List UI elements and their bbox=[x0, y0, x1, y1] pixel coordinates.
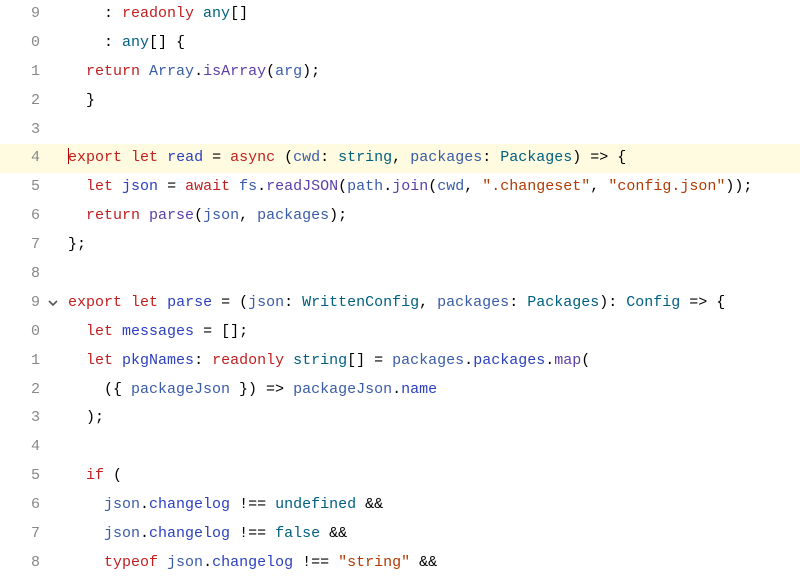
code-line: 5 let json = await fs.readJSON(path.join… bbox=[0, 173, 800, 202]
line-number: 4 bbox=[18, 144, 46, 173]
line-number: 4 bbox=[18, 433, 46, 462]
gutter: 5 bbox=[0, 173, 64, 202]
code-line: 5 if ( bbox=[0, 462, 800, 491]
code-line: 1 return Array.isArray(arg); bbox=[0, 58, 800, 87]
code-content[interactable]: : readonly any[] bbox=[64, 0, 800, 29]
code-line: 9 export let parse = (json: WrittenConfi… bbox=[0, 289, 800, 318]
code-line: 7 json.changelog !== false && bbox=[0, 520, 800, 549]
line-number: 0 bbox=[18, 318, 46, 347]
code-line: 6 json.changelog !== undefined && bbox=[0, 491, 800, 520]
code-content[interactable]: if ( bbox=[64, 462, 800, 491]
line-number: 8 bbox=[18, 260, 46, 289]
code-line: 8 bbox=[0, 260, 800, 289]
gutter: 4 bbox=[0, 144, 64, 173]
gutter: 3 bbox=[0, 404, 64, 433]
line-number: 3 bbox=[18, 116, 46, 145]
line-number: 9 bbox=[18, 0, 46, 29]
gutter: 0 bbox=[0, 318, 64, 347]
code-content[interactable]: return parse(json, packages); bbox=[64, 202, 800, 231]
code-line: 2 } bbox=[0, 87, 800, 116]
code-content[interactable] bbox=[64, 260, 800, 289]
code-content[interactable]: export let read = async (cwd: string, pa… bbox=[64, 144, 800, 173]
gutter: 3 bbox=[0, 116, 64, 145]
line-number: 0 bbox=[18, 29, 46, 58]
code-content[interactable]: json.changelog !== undefined && bbox=[64, 491, 800, 520]
line-number: 1 bbox=[18, 58, 46, 87]
gutter: 8 bbox=[0, 549, 64, 578]
line-number: 6 bbox=[18, 202, 46, 231]
code-content[interactable]: }; bbox=[64, 231, 800, 260]
code-line: 1 let pkgNames: readonly string[] = pack… bbox=[0, 347, 800, 376]
code-line: 8 typeof json.changelog !== "string" && bbox=[0, 549, 800, 578]
code-line: 6 return parse(json, packages); bbox=[0, 202, 800, 231]
code-content[interactable] bbox=[64, 433, 800, 462]
line-number: 8 bbox=[18, 549, 46, 578]
code-content[interactable]: ({ packageJson }) => packageJson.name bbox=[64, 376, 800, 405]
code-line: 2 ({ packageJson }) => packageJson.name bbox=[0, 376, 800, 405]
code-content[interactable] bbox=[64, 116, 800, 145]
fold-chevron-down-icon[interactable] bbox=[46, 297, 60, 309]
gutter: 4 bbox=[0, 433, 64, 462]
code-content[interactable]: ); bbox=[64, 404, 800, 433]
gutter: 2 bbox=[0, 87, 64, 116]
line-number: 2 bbox=[18, 376, 46, 405]
line-number: 6 bbox=[18, 491, 46, 520]
gutter: 2 bbox=[0, 376, 64, 405]
code-editor[interactable]: 9 : readonly any[] 0 : any[] { 1 return … bbox=[0, 0, 800, 578]
code-content[interactable]: typeof json.changelog !== "string" && bbox=[64, 549, 800, 578]
gutter: 7 bbox=[0, 520, 64, 549]
line-number: 7 bbox=[18, 231, 46, 260]
code-content[interactable]: json.changelog !== false && bbox=[64, 520, 800, 549]
gutter: 1 bbox=[0, 347, 64, 376]
code-content[interactable]: let pkgNames: readonly string[] = packag… bbox=[64, 347, 800, 376]
gutter: 1 bbox=[0, 58, 64, 87]
line-number: 9 bbox=[18, 289, 46, 318]
gutter: 7 bbox=[0, 231, 64, 260]
line-number: 1 bbox=[18, 347, 46, 376]
gutter: 8 bbox=[0, 260, 64, 289]
code-line: 7 }; bbox=[0, 231, 800, 260]
code-line-highlighted: 4 export let read = async (cwd: string, … bbox=[0, 144, 800, 173]
line-number: 5 bbox=[18, 462, 46, 491]
code-line: 4 bbox=[0, 433, 800, 462]
code-line: 0 : any[] { bbox=[0, 29, 800, 58]
code-content[interactable]: : any[] { bbox=[64, 29, 800, 58]
gutter: 6 bbox=[0, 491, 64, 520]
code-line: 3 ); bbox=[0, 404, 800, 433]
line-number: 7 bbox=[18, 520, 46, 549]
code-content[interactable]: let messages = []; bbox=[64, 318, 800, 347]
line-number: 3 bbox=[18, 404, 46, 433]
code-line: 0 let messages = []; bbox=[0, 318, 800, 347]
code-line: 9 : readonly any[] bbox=[0, 0, 800, 29]
gutter: 5 bbox=[0, 462, 64, 491]
gutter: 9 bbox=[0, 289, 64, 318]
code-content[interactable]: export let parse = (json: WrittenConfig,… bbox=[64, 289, 800, 318]
line-number: 2 bbox=[18, 87, 46, 116]
line-number: 5 bbox=[18, 173, 46, 202]
gutter: 9 bbox=[0, 0, 64, 29]
gutter: 0 bbox=[0, 29, 64, 58]
gutter: 6 bbox=[0, 202, 64, 231]
code-content[interactable]: let json = await fs.readJSON(path.join(c… bbox=[64, 173, 800, 202]
code-content[interactable]: return Array.isArray(arg); bbox=[64, 58, 800, 87]
code-line: 3 bbox=[0, 116, 800, 145]
code-content[interactable]: } bbox=[64, 87, 800, 116]
